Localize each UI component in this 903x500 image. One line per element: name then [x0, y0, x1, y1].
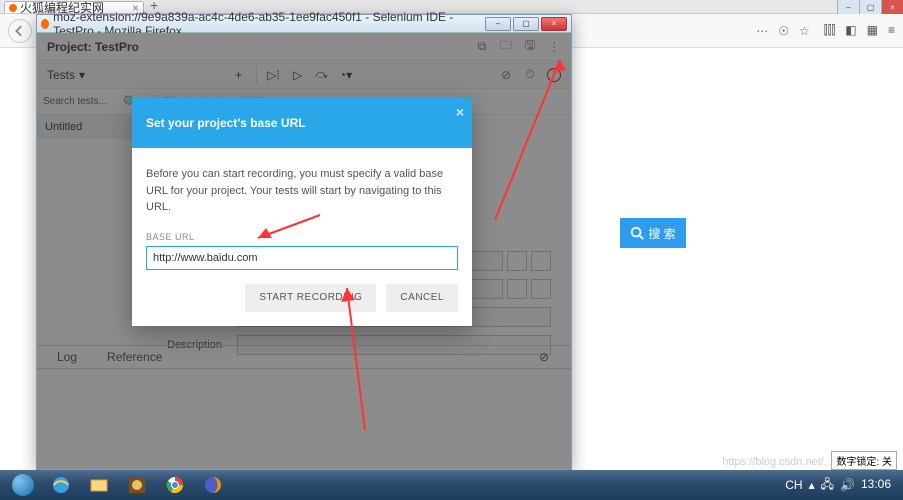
ime-indicator[interactable]: CH — [785, 478, 802, 492]
account-icon[interactable]: ▦ — [867, 23, 878, 38]
firefox-taskbar-icon[interactable] — [195, 472, 231, 498]
modal-header: Set your project's base URL × — [132, 98, 472, 148]
firefox-menu: ⫿⫿⫿ ◧ ▦ ≡ — [824, 23, 895, 38]
ie-taskbar-icon[interactable] — [43, 472, 79, 498]
volume-icon[interactable]: 🔊 — [840, 478, 855, 492]
start-button[interactable] — [4, 472, 42, 498]
bookmark-icon[interactable]: ☆ — [799, 24, 810, 38]
explorer-taskbar-icon[interactable] — [81, 472, 117, 498]
page-search-label: 搜 索 — [648, 225, 675, 242]
windows-taskbar: CH ▴ 🖧 🔊 13:06 — [0, 470, 903, 500]
arrow-left-icon — [14, 25, 26, 37]
window-close-button[interactable]: × — [881, 0, 903, 14]
url-actions: ⋯ ☉ ☆ — [756, 24, 810, 38]
base-url-label: BASE URL — [146, 232, 458, 242]
sidebar-icon[interactable]: ◧ — [845, 23, 856, 38]
search-icon — [630, 226, 644, 240]
modal-close-icon[interactable]: × — [456, 104, 464, 120]
chrome-taskbar-icon[interactable] — [157, 472, 193, 498]
base-url-modal: Set your project's base URL × Before you… — [132, 98, 472, 326]
modal-body-text: Before you can start recording, you must… — [146, 166, 458, 216]
start-recording-button[interactable]: START RECORDING — [245, 284, 376, 312]
ide-close-button[interactable]: × — [541, 17, 567, 31]
window-minimize-button[interactable]: – — [837, 0, 859, 14]
ide-titlebar[interactable]: moz-extension://9e9a839a-ac4c-4de6-ab35-… — [37, 15, 571, 33]
reader-icon[interactable]: ☉ — [778, 24, 789, 38]
hamburger-icon[interactable]: ≡ — [888, 23, 895, 38]
cancel-button[interactable]: CANCEL — [386, 284, 458, 312]
network-icon[interactable]: 🖧 — [821, 475, 834, 496]
ide-minimize-button[interactable]: – — [485, 17, 511, 31]
window-maximize-button[interactable]: ▢ — [859, 0, 881, 14]
more-icon[interactable]: ⋯ — [756, 24, 768, 38]
numlock-indicator: 数字锁定: 关 — [831, 451, 897, 470]
app-taskbar-icon[interactable] — [119, 472, 155, 498]
system-tray[interactable]: CH ▴ 🖧 🔊 13:06 — [785, 475, 899, 496]
modal-title: Set your project's base URL — [146, 116, 306, 130]
base-url-input[interactable] — [146, 246, 458, 270]
ide-maximize-button[interactable]: ▢ — [513, 17, 539, 31]
clock[interactable]: 13:06 — [861, 478, 891, 491]
window-controls: – ▢ × — [837, 0, 903, 14]
favicon-icon — [9, 4, 17, 12]
windows-logo-icon — [12, 474, 34, 496]
tray-up-icon[interactable]: ▴ — [809, 478, 815, 492]
ide-favicon-icon — [41, 19, 49, 29]
back-button[interactable] — [8, 19, 32, 43]
page-search-button[interactable]: 搜 索 — [620, 218, 686, 248]
library-icon[interactable]: ⫿⫿⫿ — [824, 23, 836, 38]
watermark: https://blog.csdn.net/... — [722, 456, 833, 468]
